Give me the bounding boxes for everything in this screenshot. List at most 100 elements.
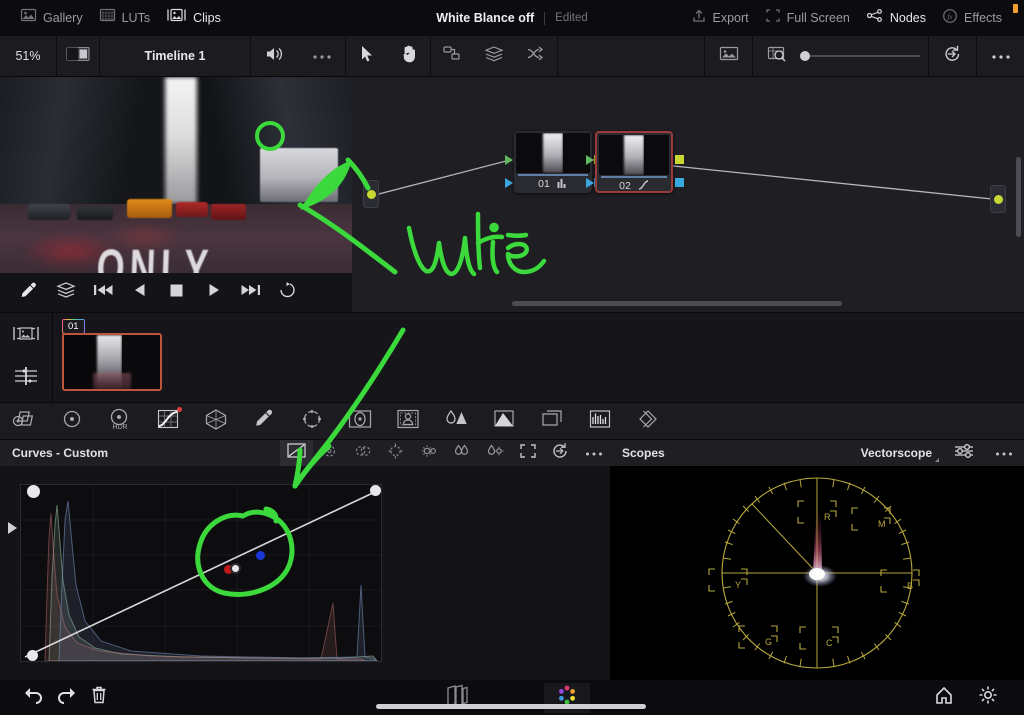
reset-icon bbox=[551, 442, 570, 465]
zoom-fit-button[interactable] bbox=[753, 36, 800, 77]
audio-button[interactable] bbox=[251, 36, 298, 77]
target-label-c: C bbox=[826, 638, 833, 648]
node-graph-horizontal-scrollbar[interactable] bbox=[352, 301, 1024, 308]
reset-viewer-button[interactable] bbox=[929, 36, 976, 77]
curve-preview-arrow[interactable] bbox=[8, 522, 17, 534]
target-label-r: R bbox=[824, 512, 831, 522]
stack-button[interactable] bbox=[49, 278, 82, 308]
curve-handle-bottom-left[interactable] bbox=[27, 650, 38, 661]
custom-curve-mode-button[interactable] bbox=[280, 440, 313, 466]
effects-icon: fx bbox=[942, 8, 958, 29]
effects-button[interactable]: fx Effects bbox=[936, 4, 1008, 33]
curves-badge bbox=[177, 407, 182, 412]
sizing-button[interactable] bbox=[528, 402, 576, 440]
scrollbar-thumb[interactable] bbox=[512, 301, 842, 306]
stills-button[interactable] bbox=[624, 402, 672, 440]
power-window-button[interactable] bbox=[288, 402, 336, 440]
node-caption: 01 bbox=[514, 176, 592, 192]
curve-point-blue[interactable] bbox=[256, 551, 265, 560]
hand-tool[interactable] bbox=[388, 36, 430, 77]
target-label-g: G bbox=[765, 637, 772, 647]
sat-vs-sat-button[interactable] bbox=[445, 440, 478, 466]
curve-line bbox=[25, 491, 377, 657]
ellipsis-icon bbox=[991, 47, 1011, 65]
hue-vs-lum-button[interactable] bbox=[379, 440, 412, 466]
source-node-port[interactable] bbox=[367, 190, 376, 199]
hue-vs-hue-button[interactable] bbox=[313, 440, 346, 466]
ellipsis-icon bbox=[585, 444, 603, 462]
curve-point-white[interactable] bbox=[230, 563, 241, 574]
curves-more-button[interactable] bbox=[577, 440, 610, 466]
color-wheels-button[interactable] bbox=[0, 402, 48, 440]
layers-tool[interactable] bbox=[473, 36, 515, 77]
viewer-more-button[interactable] bbox=[977, 36, 1024, 77]
curve-handle-top-right[interactable] bbox=[370, 485, 381, 496]
node-02[interactable]: 02 bbox=[595, 131, 673, 193]
clip-dark-left bbox=[64, 335, 97, 389]
node-02-key-output-port[interactable] bbox=[675, 178, 684, 187]
node-02-output-port[interactable] bbox=[675, 155, 684, 164]
layers-icon bbox=[484, 45, 504, 67]
slider-knob[interactable] bbox=[800, 51, 810, 61]
play-button[interactable] bbox=[197, 278, 230, 308]
split-view-button[interactable] bbox=[57, 36, 99, 77]
hdr-wheels-button[interactable]: HDR bbox=[96, 402, 144, 440]
scopes-settings-button[interactable] bbox=[944, 440, 984, 466]
tracker-button[interactable] bbox=[336, 402, 384, 440]
color-warper-button[interactable] bbox=[192, 402, 240, 440]
image-wipe-button[interactable] bbox=[705, 36, 752, 77]
curve-graph[interactable] bbox=[20, 484, 382, 662]
curve-graph-area[interactable] bbox=[8, 478, 393, 673]
play-reverse-button[interactable] bbox=[123, 278, 156, 308]
scene-sky bbox=[165, 77, 197, 204]
source-node[interactable] bbox=[363, 180, 379, 208]
luts-button[interactable]: LUTs bbox=[93, 4, 156, 32]
keyframe-track-icon[interactable] bbox=[11, 365, 41, 392]
timeline-name[interactable]: Timeline 1 bbox=[100, 49, 250, 63]
scope-mode-dropdown[interactable]: Vectorscope bbox=[861, 446, 944, 460]
reset-curves-button[interactable] bbox=[544, 440, 577, 466]
viewer-options-button[interactable] bbox=[298, 36, 345, 77]
clip-thumbnail-01[interactable] bbox=[62, 333, 162, 391]
vectorscope-display[interactable]: R M B C G Y bbox=[610, 466, 1024, 680]
sat-vs-lum-button[interactable] bbox=[478, 440, 511, 466]
output-node-port[interactable] bbox=[994, 195, 1003, 204]
vectorscope-svg: R M B C G Y bbox=[610, 466, 1024, 680]
stop-button[interactable] bbox=[160, 278, 193, 308]
full-screen-label: Full Screen bbox=[787, 11, 850, 25]
export-button[interactable]: Export bbox=[685, 4, 755, 33]
clips-button[interactable]: Clips bbox=[160, 4, 227, 32]
node-graph-vertical-scrollbar[interactable] bbox=[1016, 157, 1021, 237]
loop-button[interactable] bbox=[271, 278, 304, 308]
output-node[interactable] bbox=[990, 185, 1006, 213]
node-graph[interactable]: 01 02 bbox=[352, 77, 1024, 312]
node-link-tool[interactable] bbox=[431, 36, 473, 77]
qualifier-button[interactable] bbox=[240, 402, 288, 440]
skip-start-button[interactable] bbox=[86, 278, 119, 308]
magic-mask-button[interactable] bbox=[384, 402, 432, 440]
primaries-button[interactable] bbox=[48, 402, 96, 440]
cursor-tool[interactable] bbox=[346, 36, 388, 77]
gallery-button[interactable]: Gallery bbox=[14, 4, 89, 32]
curve-handle-top-left[interactable] bbox=[27, 485, 40, 498]
skip-end-button[interactable] bbox=[234, 278, 267, 308]
full-screen-button[interactable]: Full Screen bbox=[759, 4, 856, 32]
node-01[interactable]: 01 bbox=[514, 131, 592, 193]
bottom-scrollbar[interactable] bbox=[376, 704, 646, 709]
nodes-button[interactable]: Nodes bbox=[860, 4, 932, 32]
hue-vs-sat-button[interactable] bbox=[346, 440, 379, 466]
key-button[interactable] bbox=[480, 402, 528, 440]
curves-button[interactable] bbox=[144, 402, 192, 440]
blur-button[interactable] bbox=[432, 402, 480, 440]
lum-vs-sat-button[interactable] bbox=[412, 440, 445, 466]
expand-curves-button[interactable] bbox=[511, 440, 544, 466]
clip-range-icon[interactable] bbox=[11, 325, 41, 347]
zoom-level-label[interactable]: 51% bbox=[0, 49, 56, 63]
shuffle-tool[interactable] bbox=[515, 36, 557, 77]
scopes-button[interactable] bbox=[576, 402, 624, 440]
viewer-zoom-slider[interactable] bbox=[800, 36, 928, 77]
scopes-more-button[interactable] bbox=[984, 440, 1024, 466]
node-02-input-arrow bbox=[586, 155, 594, 165]
color-wheels-icon bbox=[10, 408, 38, 435]
eyedropper-button[interactable] bbox=[12, 278, 45, 308]
